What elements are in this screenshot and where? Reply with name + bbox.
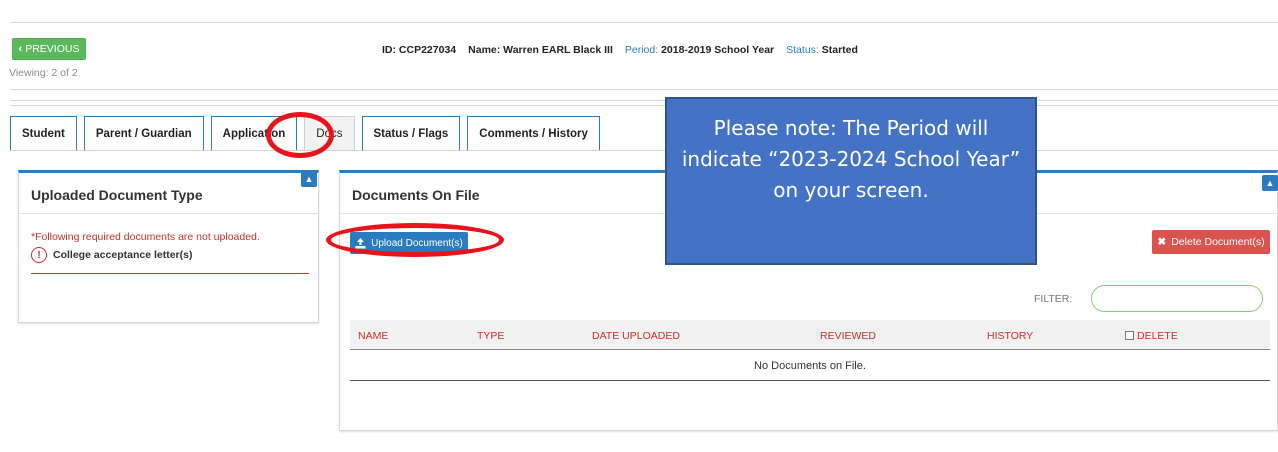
viewing-counter: Viewing: 2 of 2: [9, 67, 78, 79]
period-value: 2018-2019 School Year: [661, 44, 775, 56]
missing-document-item: ! College acceptance letter(s): [31, 247, 192, 263]
section-divider: [10, 100, 1278, 106]
previous-button-label: PREVIOUS: [25, 43, 80, 55]
tab-parent-guardian[interactable]: Parent / Guardian: [83, 116, 204, 151]
select-all-checkbox[interactable]: [1125, 331, 1134, 340]
collapse-chevron-up-icon[interactable]: ▲: [301, 171, 317, 187]
docs-tab-highlight-circle: [266, 112, 334, 158]
id-value: CCP227034: [398, 44, 457, 56]
delete-button-label: Delete Document(s): [1171, 236, 1265, 248]
student-summary: ID: CCP227034 Name: Warren EARL Black II…: [382, 44, 858, 56]
delete-documents-button[interactable]: ✖ Delete Document(s): [1152, 230, 1270, 254]
collapse-chevron-up-icon[interactable]: ▲: [1262, 175, 1278, 191]
record-header: [10, 22, 1278, 90]
panel-divider: [19, 213, 318, 214]
tab-underline: [10, 150, 1278, 151]
filter-label: FILTER:: [1034, 293, 1073, 305]
panel-title: Documents On File: [352, 187, 480, 203]
filter-input[interactable]: [1091, 285, 1263, 312]
previous-button[interactable]: ‹ PREVIOUS: [12, 38, 86, 60]
period-note-callout: Please note: The Period will indicate “2…: [665, 97, 1037, 265]
required-rule: [31, 273, 309, 274]
uploaded-document-type-panel: Uploaded Document Type ▲ *Following requ…: [18, 170, 319, 323]
chevron-left-icon: ‹: [18, 43, 23, 55]
id-label: ID:: [382, 44, 396, 56]
column-header-date-uploaded[interactable]: DATE UPLOADED: [592, 330, 680, 342]
column-header-reviewed[interactable]: REVIEWED: [820, 330, 876, 342]
period-label: Period:: [624, 44, 659, 56]
column-header-delete: DELETE: [1125, 330, 1178, 342]
close-icon: ✖: [1157, 236, 1167, 248]
upload-button-highlight-oval: [326, 223, 504, 257]
tab-student[interactable]: Student: [10, 116, 77, 151]
required-docs-note: *Following required documents are not up…: [31, 231, 260, 243]
alert-circle-icon: !: [31, 247, 47, 263]
status-label: Status:: [786, 44, 819, 56]
column-header-history[interactable]: HISTORY: [987, 330, 1033, 342]
name-value: Warren EARL Black III: [503, 44, 613, 56]
empty-table-message: No Documents on File.: [350, 351, 1270, 381]
tab-status-flags[interactable]: Status / Flags: [361, 116, 461, 151]
delete-column-label: DELETE: [1137, 330, 1178, 342]
column-header-name[interactable]: NAME: [358, 330, 388, 342]
panel-title: Uploaded Document Type: [31, 187, 203, 203]
name-label: Name:: [468, 44, 501, 56]
top-strip: [0, 0, 1278, 10]
status-value: Started: [821, 44, 858, 56]
missing-document-label: College acceptance letter(s): [53, 249, 193, 261]
column-header-type[interactable]: TYPE: [477, 330, 504, 342]
tab-comments-history[interactable]: Comments / History: [467, 116, 600, 151]
documents-table-header: NAME TYPE DATE UPLOADED REVIEWED HISTORY…: [350, 320, 1270, 350]
